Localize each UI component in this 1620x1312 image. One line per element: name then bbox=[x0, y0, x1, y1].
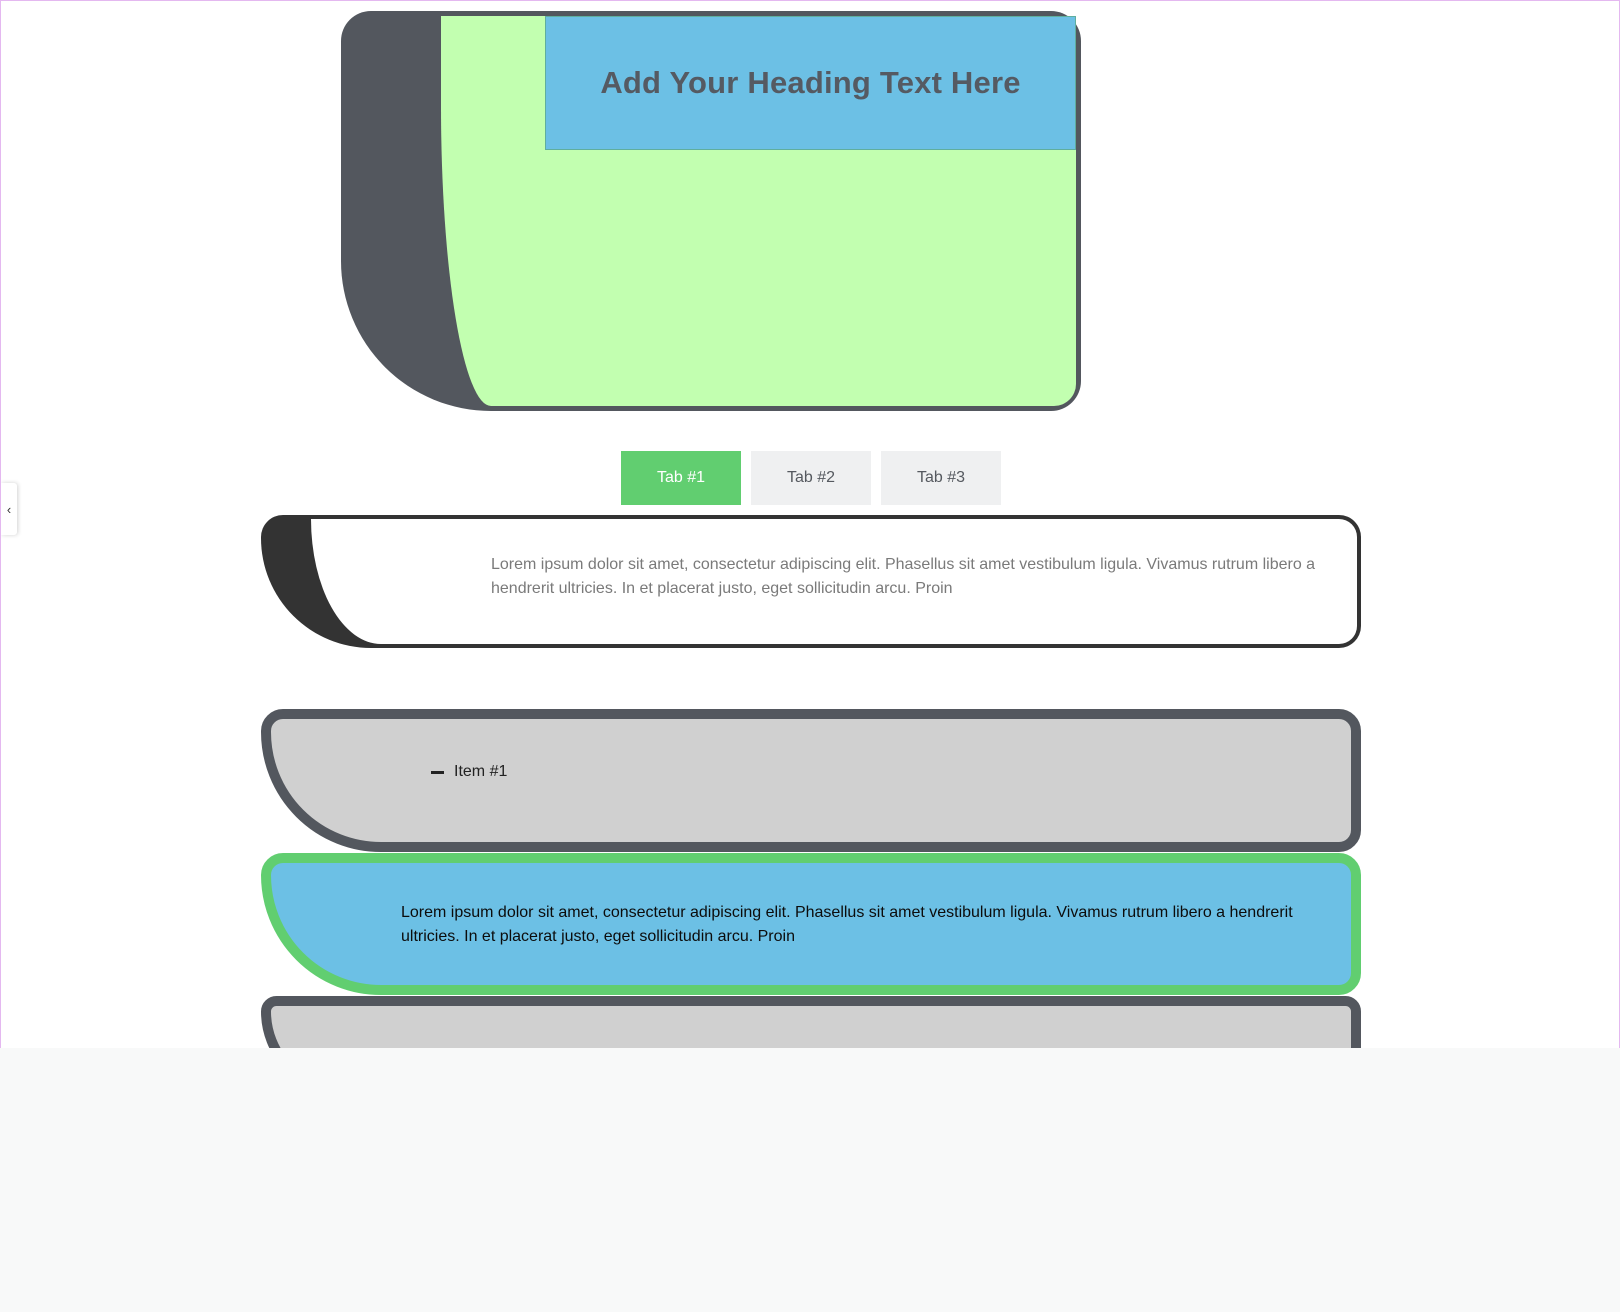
tab-3[interactable]: Tab #3 bbox=[881, 451, 1001, 505]
tab-2[interactable]: Tab #2 bbox=[751, 451, 871, 505]
tab-content-inner: Lorem ipsum dolor sit amet, consectetur … bbox=[311, 519, 1357, 644]
accordion-item-1-body: Lorem ipsum dolor sit amet, consectetur … bbox=[261, 853, 1361, 995]
accordion-item-1-title: Item #1 bbox=[454, 763, 508, 780]
hero-card: Add Your Heading Text Here bbox=[341, 11, 1081, 411]
panel-collapse-handle[interactable]: ‹ bbox=[1, 483, 17, 535]
accordion-item-1-text: Lorem ipsum dolor sit amet, consectetur … bbox=[401, 904, 1293, 945]
accordion-item-1-title-row[interactable]: Item #1 bbox=[431, 763, 507, 781]
tab-content-panel: Lorem ipsum dolor sit amet, consectetur … bbox=[261, 515, 1361, 648]
accordion-item-1-header[interactable]: Item #1 bbox=[261, 709, 1361, 852]
hero-card-inner: Add Your Heading Text Here bbox=[441, 16, 1076, 406]
tab-content-text: Lorem ipsum dolor sit amet, consectetur … bbox=[491, 556, 1316, 597]
minus-icon[interactable] bbox=[431, 770, 444, 774]
tab-1[interactable]: Tab #1 bbox=[621, 451, 741, 505]
heading-box: Add Your Heading Text Here bbox=[545, 16, 1076, 150]
accordion-item-2-header[interactable] bbox=[261, 996, 1361, 1048]
page-canvas: ‹ Add Your Heading Text Here Tab #1 Tab … bbox=[0, 0, 1620, 1048]
tab-bar: Tab #1 Tab #2 Tab #3 bbox=[621, 451, 1001, 505]
chevron-left-icon: ‹ bbox=[6, 501, 12, 517]
page-heading: Add Your Heading Text Here bbox=[600, 65, 1021, 100]
